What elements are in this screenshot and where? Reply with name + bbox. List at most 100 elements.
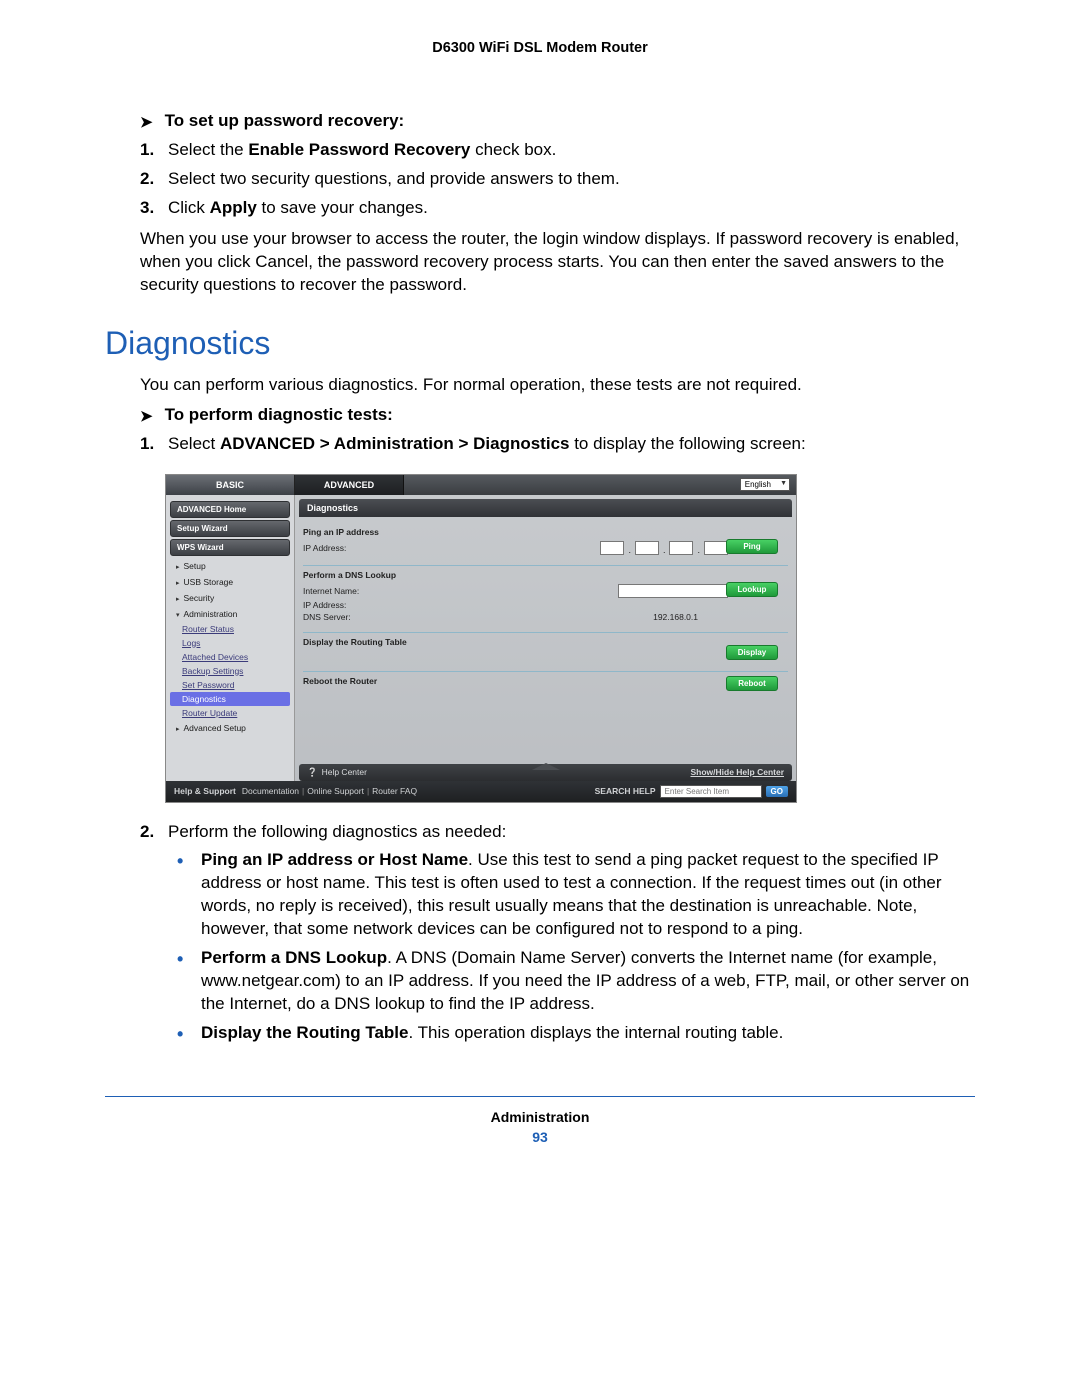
t: Display the Routing Table (201, 1023, 408, 1042)
support-link-online[interactable]: Online Support (307, 786, 364, 796)
ip-octet-input[interactable] (669, 541, 693, 555)
t: check box. (470, 140, 556, 159)
sidebar-sub-set-password[interactable]: Set Password (166, 678, 294, 692)
lookup-button[interactable]: Lookup (726, 582, 778, 597)
step-text: Select two security questions, and provi… (168, 168, 620, 191)
bullet-arrow-icon: ➤ (140, 407, 153, 425)
diag-steps: 1. Select ADVANCED > Administration > Di… (140, 433, 975, 456)
diag-intro: You can perform various diagnostics. For… (140, 374, 975, 397)
reboot-button[interactable]: Reboot (726, 676, 778, 691)
step-num: 2. (140, 168, 168, 191)
sidebar: ADVANCED Home Setup Wizard WPS Wizard Se… (166, 495, 295, 781)
doc-header: D6300 WiFi DSL Modem Router (105, 40, 975, 56)
search-help-label: SEARCH HELP (595, 786, 656, 796)
t: to save your changes. (257, 198, 428, 217)
tab-advanced[interactable]: ADVANCED (295, 475, 404, 495)
language-select[interactable]: English (734, 475, 796, 495)
tab-basic[interactable]: BASIC (166, 475, 295, 495)
sidebar-sub-router-status[interactable]: Router Status (166, 622, 294, 636)
step-num: 3. (140, 197, 168, 220)
pwd-heading-row: ➤ To set up password recovery: (140, 111, 975, 131)
display-button[interactable]: Display (726, 645, 778, 660)
t: Select (168, 434, 220, 453)
bullet-icon: • (177, 1022, 201, 1046)
ip-input-group: . . . (600, 541, 728, 555)
sidebar-item-administration[interactable]: Administration (166, 606, 294, 622)
sidebar-setup-wizard[interactable]: Setup Wizard (170, 520, 290, 537)
sidebar-item-security[interactable]: Security (166, 590, 294, 606)
diagnostics-title: Diagnostics (105, 325, 975, 362)
bullet-arrow-icon: ➤ (140, 113, 153, 131)
ip-octet-input[interactable] (600, 541, 624, 555)
sep: | (364, 786, 372, 796)
footer-page: 93 (105, 1129, 975, 1145)
dns-section: Perform a DNS Lookup Internet Name: IP A… (303, 565, 788, 630)
diag-heading-row: ➤ To perform diagnostic tests: (140, 405, 975, 425)
support-link-faq[interactable]: Router FAQ (372, 786, 417, 796)
sep: | (299, 786, 307, 796)
bullet-text: Display the Routing Table. This operatio… (201, 1022, 783, 1046)
sidebar-sub-logs[interactable]: Logs (166, 636, 294, 650)
sidebar-sub-router-update[interactable]: Router Update (166, 706, 294, 720)
pwd-heading: To set up password recovery: (165, 111, 405, 131)
dns-server-label: DNS Server: (303, 612, 443, 622)
support-link-docs[interactable]: Documentation (242, 786, 299, 796)
diag-heading: To perform diagnostic tests: (165, 405, 393, 425)
help-toggle[interactable]: Show/Hide Help Center (690, 767, 784, 777)
sidebar-sub-backup-settings[interactable]: Backup Settings (166, 664, 294, 678)
sidebar-item-advanced-setup[interactable]: Advanced Setup (166, 720, 294, 736)
diag-steps-2: 2. Perform the following diagnostics as … (140, 821, 975, 844)
t: Apply (210, 198, 257, 217)
pwd-steps: 1. Select the Enable Password Recovery c… (140, 139, 975, 220)
bullet-icon: • (177, 849, 201, 941)
ip-octet-input[interactable] (635, 541, 659, 555)
diagnostics-screenshot: BASIC ADVANCED English ADVANCED Home Set… (165, 474, 797, 803)
bullet-icon: • (177, 947, 201, 1016)
sidebar-item-setup[interactable]: Setup (166, 558, 294, 574)
reboot-section: Reboot the Router Reboot (303, 671, 788, 760)
bullet-text: Perform a DNS Lookup. A DNS (Domain Name… (201, 947, 975, 1016)
sidebar-item-usb[interactable]: USB Storage (166, 574, 294, 590)
step-text: Click Apply to save your changes. (168, 197, 428, 220)
tab-spacer (404, 475, 734, 495)
pwd-paragraph: When you use your browser to access the … (140, 228, 975, 297)
t: Select the (168, 140, 248, 159)
dns-server-value: 192.168.0.1 (653, 612, 698, 622)
dns-ip-label: IP Address: (303, 600, 443, 610)
t: ADVANCED > Administration > Diagnostics (220, 434, 570, 453)
t: Click (168, 198, 210, 217)
t: to display the following screen: (569, 434, 805, 453)
sidebar-advanced-home[interactable]: ADVANCED Home (170, 501, 290, 518)
chevron-up-icon (532, 763, 560, 770)
footer-section: Administration (105, 1109, 975, 1125)
bullet-text: Ping an IP address or Host Name. Use thi… (201, 849, 975, 941)
sidebar-wps-wizard[interactable]: WPS Wizard (170, 539, 290, 556)
t: Perform a DNS Lookup (201, 948, 387, 967)
step-num: 1. (140, 139, 168, 162)
footer-rule (105, 1096, 975, 1097)
dot: . (696, 545, 701, 555)
panel-title: Diagnostics (299, 499, 792, 517)
dot: . (662, 545, 667, 555)
ping-button[interactable]: Ping (726, 539, 778, 554)
language-value: English (740, 478, 790, 491)
sidebar-sub-diagnostics[interactable]: Diagnostics (170, 692, 290, 706)
step-text: Perform the following diagnostics as nee… (168, 821, 506, 844)
search-help-input[interactable]: Enter Search Item (660, 785, 762, 798)
t: . This operation displays the internal r… (408, 1023, 783, 1042)
go-button[interactable]: GO (766, 786, 788, 797)
help-label: Help Center (322, 767, 367, 777)
route-title: Display the Routing Table (303, 637, 788, 647)
ip-octet-input[interactable] (704, 541, 728, 555)
help-center-bar[interactable]: ❔ Help Center Show/Hide Help Center (299, 764, 792, 781)
support-bar: Help & Support Documentation | Online Su… (166, 781, 796, 802)
internet-name-input[interactable] (618, 584, 728, 598)
sidebar-sub-attached-devices[interactable]: Attached Devices (166, 650, 294, 664)
help-icon: ❔ (307, 767, 318, 778)
tab-bar: BASIC ADVANCED English (166, 475, 796, 495)
main-panel: Diagnostics Ping an IP address IP Addres… (295, 495, 796, 781)
step-num: 2. (140, 821, 168, 844)
support-label: Help & Support (174, 786, 236, 796)
ping-title: Ping an IP address (303, 527, 788, 537)
route-section: Display the Routing Table Display (303, 632, 788, 669)
